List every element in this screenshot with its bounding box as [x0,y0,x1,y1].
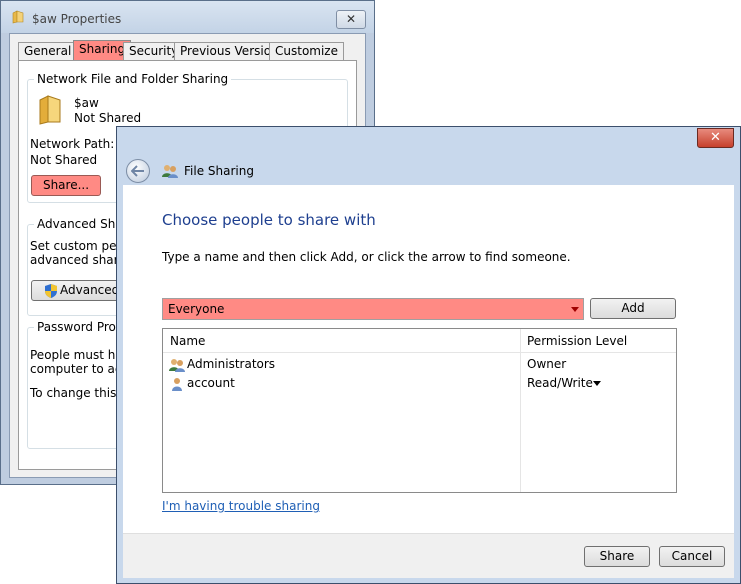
permissions-list[interactable]: Name Permission Level Administrators Own… [162,328,677,493]
file-sharing-window: ✕ File Sharing Choose people to share wi… [116,126,741,584]
network-path-value: Not Shared [30,153,98,167]
uac-shield-icon [45,284,57,298]
page-heading: Choose people to share with [162,211,376,229]
column-header-name[interactable]: Name [170,334,205,348]
file-sharing-close-button[interactable]: ✕ [697,128,734,148]
network-sharing-title: Network File and Folder Sharing [34,72,232,86]
back-arrow-icon [131,165,144,177]
file-sharing-content: Choose people to share with Type a name … [123,185,734,578]
permission-dropdown-arrow-icon[interactable] [593,381,601,386]
dialog-footer: Share Cancel [123,533,734,578]
instruction-text: Type a name and then click Add, or click… [162,250,571,264]
user-icon [172,378,182,391]
group-users-icon [169,359,185,372]
advanced-sharing-line2: advanced sharin [30,253,130,267]
tab-customize[interactable]: Customize [269,42,344,60]
folder-icon [12,10,24,24]
row-name: Administrators [187,357,276,371]
row-name: account [187,376,235,390]
properties-titlebar[interactable]: $aw Properties ✕ [1,1,374,33]
properties-title: $aw Properties [32,12,122,26]
advanced-sharing-button[interactable]: Advanced [31,280,121,301]
network-path-label: Network Path: [30,137,115,151]
row-permission[interactable]: Read/Write [527,376,593,390]
advanced-sharing-button-label: Advanced [60,283,120,297]
properties-close-button[interactable]: ✕ [336,10,366,29]
file-sharing-title: File Sharing [184,164,254,178]
folder-icon [39,95,61,125]
column-separator[interactable] [520,329,521,492]
name-combobox[interactable] [162,298,584,320]
people-icon [162,165,178,178]
list-item[interactable]: Administrators Owner [163,355,676,374]
password-protection-line2: computer to acc [30,362,129,376]
password-protection-line1: People must hav [30,348,130,362]
share-confirm-button[interactable]: Share [584,546,650,567]
dropdown-arrow-icon[interactable] [571,307,579,312]
row-permission: Owner [527,357,567,371]
trouble-sharing-link[interactable]: I'm having trouble sharing [162,499,320,513]
password-protection-line3: To change this s [30,386,127,400]
folder-name: $aw [74,96,99,110]
back-button[interactable] [126,159,150,183]
tab-general[interactable]: General [18,42,78,60]
share-button[interactable]: Share... [31,175,101,196]
add-button[interactable]: Add [590,298,676,319]
cancel-button[interactable]: Cancel [659,546,725,567]
name-input[interactable] [163,299,573,319]
list-header: Name Permission Level [163,329,676,353]
folder-share-status: Not Shared [74,111,142,125]
list-item[interactable]: account Read/Write [163,374,676,393]
column-header-permission[interactable]: Permission Level [527,334,627,348]
